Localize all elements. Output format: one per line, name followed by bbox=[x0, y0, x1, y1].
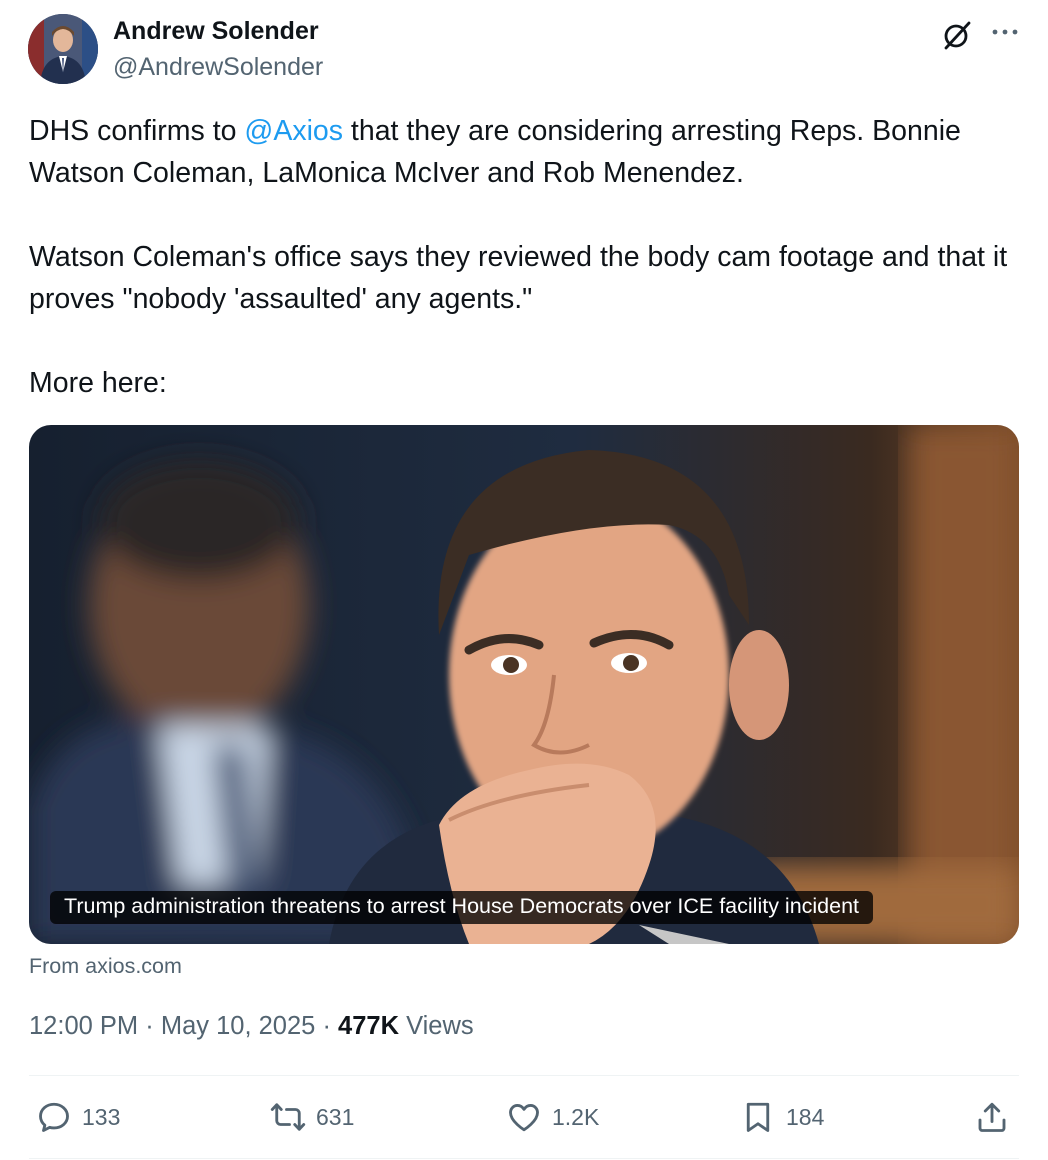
like-icon bbox=[509, 1104, 539, 1132]
tweet-date[interactable]: May 10, 2025 bbox=[161, 1012, 316, 1040]
tweet-paragraph-3: More here: bbox=[29, 367, 167, 399]
views-label: Views bbox=[399, 1012, 474, 1040]
bookmark-count: 184 bbox=[786, 1103, 825, 1130]
views-count[interactable]: 477K bbox=[338, 1012, 399, 1040]
share-button[interactable] bbox=[974, 1095, 1010, 1139]
tweet-text: DHS confirms to @Axios that they are con… bbox=[29, 110, 1029, 404]
bookmark-icon bbox=[746, 1102, 770, 1132]
divider-bottom bbox=[29, 1158, 1019, 1159]
repost-icon bbox=[270, 1103, 306, 1131]
reply-button[interactable]: 133 bbox=[36, 1095, 120, 1139]
card-photo bbox=[29, 425, 1019, 944]
tweet-meta: 12:00 PM · May 10, 2025 · 477K Views bbox=[29, 1012, 474, 1040]
like-count: 1.2K bbox=[552, 1103, 600, 1130]
tweet-paragraph-2: Watson Coleman's office says they review… bbox=[29, 241, 1008, 315]
mention-link[interactable]: @Axios bbox=[244, 115, 343, 147]
card-source[interactable]: From axios.com bbox=[29, 954, 182, 979]
more-icon[interactable] bbox=[988, 18, 1022, 52]
tweet-time[interactable]: 12:00 PM bbox=[29, 1012, 138, 1040]
repost-count: 631 bbox=[316, 1103, 355, 1130]
card-caption: Trump administration threatens to arrest… bbox=[50, 891, 874, 924]
link-card[interactable]: Trump administration threatens to arrest… bbox=[29, 425, 1019, 944]
reply-count: 133 bbox=[82, 1103, 121, 1130]
repost-button[interactable]: 631 bbox=[270, 1095, 354, 1139]
author-avatar[interactable] bbox=[28, 14, 98, 84]
divider-top bbox=[29, 1075, 1019, 1076]
avatar-photo bbox=[28, 14, 98, 84]
like-button[interactable]: 1.2K bbox=[506, 1095, 599, 1139]
share-icon bbox=[978, 1102, 1006, 1132]
author-handle[interactable]: @AndrewSolender bbox=[113, 53, 323, 82]
author-name[interactable]: Andrew Solender bbox=[113, 17, 319, 46]
reply-icon bbox=[39, 1102, 69, 1132]
grok-icon[interactable] bbox=[940, 18, 974, 52]
tweet-paragraph-1: DHS confirms to @Axios that they are con… bbox=[29, 115, 961, 189]
bookmark-button[interactable]: 184 bbox=[740, 1095, 824, 1139]
